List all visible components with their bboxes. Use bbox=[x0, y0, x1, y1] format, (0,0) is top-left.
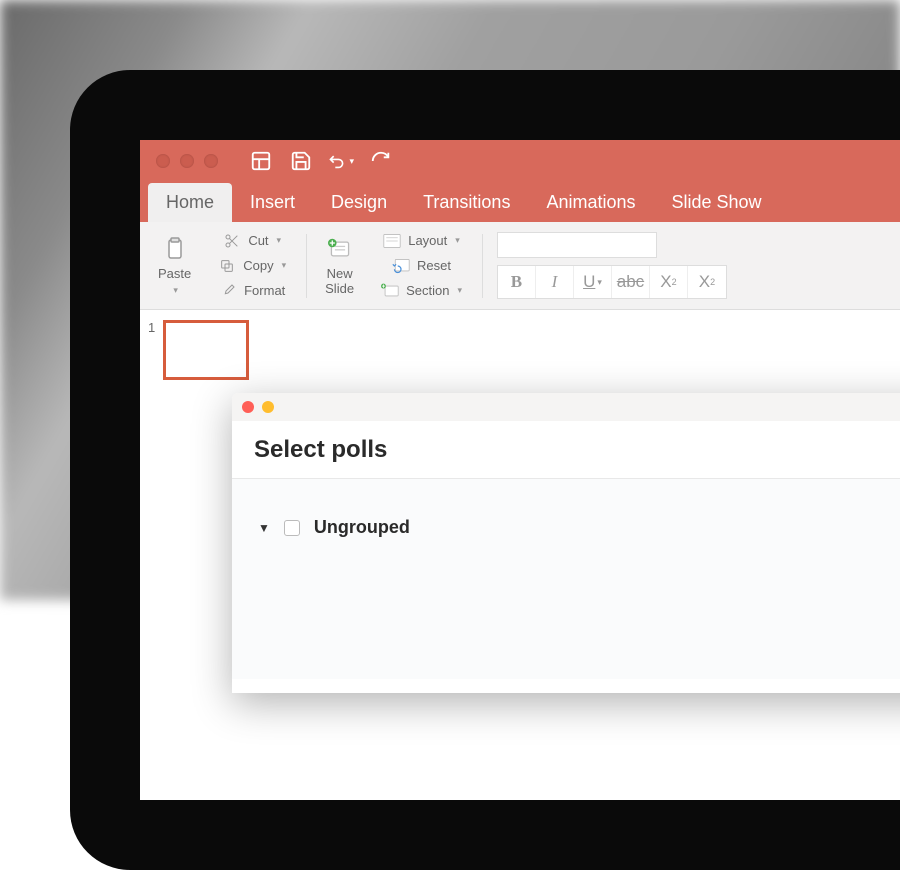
tab-home[interactable]: Home bbox=[148, 183, 232, 222]
section-icon bbox=[380, 282, 400, 300]
brush-icon bbox=[218, 282, 238, 300]
save-icon[interactable] bbox=[288, 148, 314, 174]
font-group: B I U ▾ abc X2 X2 bbox=[491, 228, 733, 303]
reset-slide-icon bbox=[391, 257, 411, 275]
clipboard-icon bbox=[161, 235, 189, 263]
slide-thumbnail[interactable] bbox=[163, 320, 249, 380]
scissors-icon bbox=[222, 232, 242, 250]
thumbnail-row[interactable]: 1 bbox=[148, 320, 256, 380]
new-slide-button[interactable]: New Slide bbox=[315, 228, 364, 303]
font-name-field[interactable] bbox=[497, 232, 657, 258]
window-controls bbox=[156, 154, 218, 168]
tab-animations[interactable]: Animations bbox=[528, 183, 653, 222]
copy-icon bbox=[217, 257, 237, 275]
separator bbox=[306, 234, 307, 298]
paste-label: Paste bbox=[158, 267, 191, 282]
close-dot[interactable] bbox=[156, 154, 170, 168]
separator bbox=[482, 234, 483, 298]
group-checkbox[interactable] bbox=[284, 520, 300, 536]
underline-button[interactable]: U ▾ bbox=[574, 266, 612, 298]
ribbon-tabstrip: Home Insert Design Transitions Animation… bbox=[140, 182, 900, 222]
refresh-icon[interactable] bbox=[368, 148, 394, 174]
copy-button[interactable]: Copy▾ bbox=[211, 255, 292, 277]
modal-window-controls bbox=[242, 401, 274, 413]
superscript-button[interactable]: X2 bbox=[650, 266, 688, 298]
layout-icon[interactable] bbox=[248, 148, 274, 174]
tab-slideshow[interactable]: Slide Show bbox=[654, 183, 780, 222]
tab-transitions[interactable]: Transitions bbox=[405, 183, 528, 222]
minimize-icon[interactable] bbox=[262, 401, 274, 413]
format-painter-button[interactable]: Format bbox=[212, 280, 291, 302]
zoom-dot[interactable] bbox=[204, 154, 218, 168]
tab-design[interactable]: Design bbox=[313, 183, 405, 222]
layout-button[interactable]: Layout▾ bbox=[376, 230, 466, 252]
modal-titlebar bbox=[232, 393, 900, 421]
cut-button[interactable]: Cut▾ bbox=[216, 230, 287, 252]
tab-insert[interactable]: Insert bbox=[232, 183, 313, 222]
ribbon: Paste ▾ Cut▾ Copy▾ Format New Slide Layo… bbox=[140, 222, 900, 310]
new-slide-icon bbox=[326, 235, 354, 263]
modal-title: Select polls bbox=[254, 436, 387, 464]
app-titlebar: ▾ bbox=[140, 140, 900, 182]
group-name: Ungrouped bbox=[314, 517, 410, 538]
modal-body: ▼ Ungrouped bbox=[232, 479, 900, 679]
chevron-down-icon[interactable]: ▼ bbox=[258, 521, 270, 535]
strike-button[interactable]: abc bbox=[612, 266, 650, 298]
reset-button[interactable]: Reset bbox=[385, 255, 457, 277]
minimize-dot[interactable] bbox=[180, 154, 194, 168]
slide-number: 1 bbox=[148, 320, 155, 380]
close-icon[interactable] bbox=[242, 401, 254, 413]
paste-button[interactable]: Paste ▾ bbox=[148, 228, 201, 303]
caret-icon: ▾ bbox=[173, 285, 178, 296]
layout-slide-icon bbox=[382, 232, 402, 250]
clipboard-group: Cut▾ Copy▾ Format bbox=[205, 228, 298, 303]
poll-group-row[interactable]: ▼ Ungrouped bbox=[254, 511, 900, 544]
font-format-row: B I U ▾ abc X2 X2 bbox=[497, 265, 727, 299]
subscript-button[interactable]: X2 bbox=[688, 266, 726, 298]
slides-group: Layout▾ Reset Section▾ bbox=[368, 228, 474, 303]
undo-icon[interactable]: ▾ bbox=[328, 148, 354, 174]
italic-button[interactable]: I bbox=[536, 266, 574, 298]
section-button[interactable]: Section▾ bbox=[374, 280, 468, 302]
bold-button[interactable]: B bbox=[498, 266, 536, 298]
new-slide-label: New Slide bbox=[325, 267, 354, 297]
select-polls-modal: Select polls ▼ Ungrouped bbox=[232, 393, 900, 693]
modal-header: Select polls bbox=[232, 421, 900, 479]
